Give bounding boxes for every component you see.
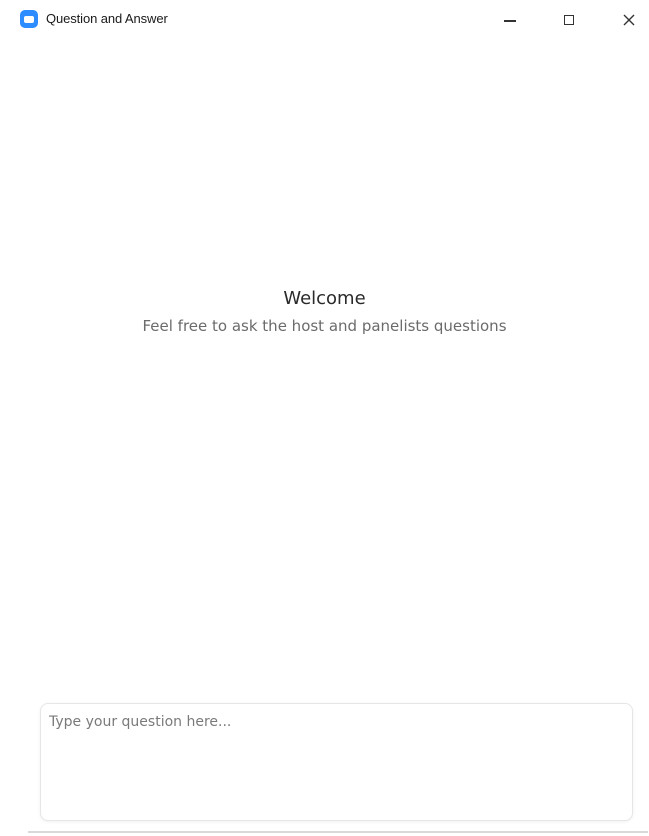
qa-window: Question and Answer Welcome Feel free to… [0,0,649,836]
maximize-icon [564,15,574,25]
close-icon [623,14,635,26]
minimize-icon [504,20,516,22]
welcome-subtitle: Feel free to ask the host and panelists … [142,317,507,335]
zoom-app-icon [20,10,38,28]
maximize-button[interactable] [549,6,589,34]
window-title: Question and Answer [46,11,168,26]
welcome-panel: Welcome Feel free to ask the host and pa… [0,288,649,335]
question-input[interactable] [49,714,624,810]
question-composer [40,703,633,821]
close-button[interactable] [609,6,649,34]
title-bar[interactable]: Question and Answer [0,0,649,42]
minimize-button[interactable] [490,6,530,34]
bottom-divider [28,831,648,833]
welcome-title: Welcome [283,288,366,309]
